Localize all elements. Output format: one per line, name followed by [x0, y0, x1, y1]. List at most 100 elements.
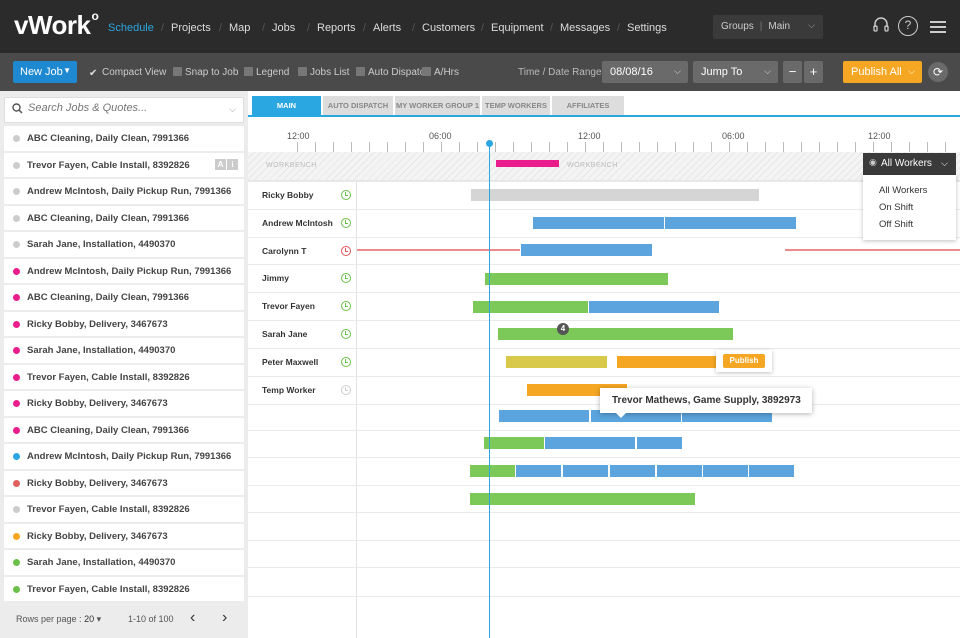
nav-item-alerts[interactable]: Alerts	[373, 22, 401, 34]
worker-name[interactable]: Peter Maxwell	[262, 357, 318, 367]
logo[interactable]: vWorko	[14, 9, 99, 41]
checkbox[interactable]	[298, 67, 307, 76]
job-list-item[interactable]: Ricky Bobby, Delivery, 3467673	[4, 470, 244, 495]
job-bar-blue[interactable]	[589, 301, 719, 313]
job-bar-grey[interactable]	[471, 189, 759, 201]
job-bar-orange[interactable]	[617, 356, 717, 368]
nav-item-customers[interactable]: Customers	[422, 22, 475, 34]
worker-name[interactable]: Jimmy	[262, 273, 289, 283]
filter-option-all-workers[interactable]: All Workers	[879, 185, 927, 196]
date-dropdown[interactable]: 08/08/16 ⌵	[602, 61, 688, 83]
worker-name[interactable]: Ricky Bobby	[262, 190, 314, 200]
checkbox[interactable]	[244, 67, 253, 76]
option-jobs-list[interactable]: Jobs List	[298, 67, 349, 78]
job-bar-red[interactable]	[357, 249, 520, 251]
search-box[interactable]: ⌵	[4, 97, 244, 123]
nav-item-schedule[interactable]: Schedule	[108, 22, 154, 34]
tab-temp-workers[interactable]: TEMP WORKERS	[482, 96, 550, 115]
job-list-item[interactable]: Ricky Bobby, Delivery, 3467673	[4, 391, 244, 416]
worker-name[interactable]: Andrew McIntosh	[262, 218, 333, 228]
job-bar-yellow[interactable]	[506, 356, 607, 368]
publish-all-button[interactable]: Publish All ⌵	[843, 61, 922, 83]
checkbox[interactable]	[422, 67, 431, 76]
job-bar-blue[interactable]	[610, 465, 655, 477]
job-bar-green[interactable]	[473, 301, 588, 313]
job-tag[interactable]: i	[227, 158, 238, 170]
job-list-item[interactable]: Ricky Bobby, Delivery, 3467673	[4, 311, 244, 336]
nav-item-reports[interactable]: Reports	[317, 22, 356, 34]
job-list-item[interactable]: ABC Cleaning, Daily Clean, 7991366	[4, 126, 244, 151]
tab-main[interactable]: MAIN	[252, 96, 321, 115]
job-bar-blue[interactable]	[533, 217, 664, 229]
filter-option-on-shift[interactable]: On Shift	[879, 202, 913, 213]
job-list-item[interactable]: Trevor Fayen, Cable Install, 8392826	[4, 576, 244, 601]
job-bar-green[interactable]	[484, 437, 544, 449]
job-list-item[interactable]: ABC Cleaning, Daily Clean, 7991366	[4, 285, 244, 310]
zoom-in-button[interactable]: +	[804, 61, 823, 83]
publish-button[interactable]: Publish	[723, 354, 765, 368]
job-list-item[interactable]: Trevor Fayen, Cable Install, 8392826 Ai	[4, 152, 244, 177]
job-list-item[interactable]: Andrew McIntosh, Daily Pickup Run, 79913…	[4, 444, 244, 469]
option-compact-view[interactable]: ✔ Compact View	[89, 67, 166, 79]
job-list-item[interactable]: Sarah Jane, Installation, 4490370	[4, 550, 244, 575]
job-bar-blue[interactable]	[657, 465, 702, 477]
checkbox[interactable]	[356, 67, 365, 76]
job-list-item[interactable]: Trevor Fayen, Cable Install, 8392826	[4, 497, 244, 522]
tab-auto-dispatch[interactable]: AUTO DISPATCH	[323, 96, 393, 115]
worker-name[interactable]: Trevor Fayen	[262, 301, 315, 311]
search-input[interactable]	[28, 102, 223, 114]
nav-item-jobs[interactable]: Jobs	[272, 22, 295, 34]
jump-to-dropdown[interactable]: Jump To ⌵	[693, 61, 778, 83]
worker-name[interactable]: Carolynn T	[262, 246, 306, 256]
tab-my-worker-group-1[interactable]: MY WORKER GROUP 1	[395, 96, 480, 115]
job-list-item[interactable]: ABC Cleaning, Daily Clean, 7991366	[4, 205, 244, 230]
job-bar-blue[interactable]	[499, 410, 589, 422]
checkbox[interactable]	[173, 67, 182, 76]
job-bar-blue[interactable]	[516, 465, 561, 477]
job-bar-blue[interactable]	[545, 437, 635, 449]
next-page-icon[interactable]: ›	[222, 609, 227, 627]
job-list-item[interactable]: Trevor Fayen, Cable Install, 8392826	[4, 364, 244, 389]
prev-page-icon[interactable]: ‹	[190, 609, 195, 627]
nav-item-messages[interactable]: Messages	[560, 22, 610, 34]
tab-affiliates[interactable]: AFFILIATES	[552, 96, 624, 115]
nav-item-settings[interactable]: Settings	[627, 22, 667, 34]
job-bar-blue[interactable]	[749, 465, 794, 477]
job-bar-blue[interactable]	[637, 437, 682, 449]
job-bar-green[interactable]	[485, 273, 668, 285]
job-list-item[interactable]: Sarah Jane, Installation, 4490370	[4, 338, 244, 363]
help-icon[interactable]: ?	[898, 16, 918, 36]
worker-name[interactable]: Sarah Jane	[262, 329, 307, 339]
job-bar-red[interactable]	[785, 249, 960, 251]
menu-icon[interactable]	[928, 16, 948, 36]
nav-item-equipment[interactable]: Equipment	[491, 22, 544, 34]
nav-item-projects[interactable]: Projects	[171, 22, 211, 34]
groups-selector[interactable]: Groups | Main ⌵	[713, 15, 823, 39]
new-job-button[interactable]: New Job ▼	[13, 61, 77, 83]
job-bar-green[interactable]	[470, 493, 695, 505]
headset-icon[interactable]	[871, 16, 891, 36]
job-bar-blue[interactable]	[703, 465, 748, 477]
job-list-item[interactable]: Ricky Bobby, Delivery, 3467673	[4, 523, 244, 548]
option-a-hrs[interactable]: A/Hrs	[422, 67, 459, 78]
zoom-out-button[interactable]: −	[783, 61, 802, 83]
job-bar-pink[interactable]	[496, 160, 559, 167]
job-bar-blue[interactable]	[563, 465, 608, 477]
refresh-icon[interactable]: ⟳	[928, 62, 948, 82]
job-tag[interactable]: A	[215, 158, 226, 170]
job-list-item[interactable]: ABC Cleaning, Daily Clean, 7991366	[4, 417, 244, 442]
rows-per-page[interactable]: Rows per page : 20 ▾	[16, 614, 101, 625]
job-bar-blue[interactable]	[521, 244, 652, 256]
current-time-marker[interactable]	[486, 140, 493, 147]
checkbox[interactable]: ✔	[89, 69, 99, 79]
nav-item-map[interactable]: Map	[229, 22, 250, 34]
option-snap-to-job[interactable]: Snap to Job	[173, 67, 238, 78]
worker-filter-dropdown[interactable]: ◉ All Workers ⌵	[863, 153, 956, 175]
chevron-down-icon[interactable]: ⌵	[229, 104, 236, 115]
worker-name[interactable]: Temp Worker	[262, 385, 316, 395]
filter-option-off-shift[interactable]: Off Shift	[879, 219, 913, 230]
job-list-item[interactable]: Andrew McIntosh, Daily Pickup Run, 79913…	[4, 179, 244, 204]
option-legend[interactable]: Legend	[244, 67, 289, 78]
job-list-item[interactable]: Sarah Jane, Installation, 4490370	[4, 232, 244, 257]
overlap-count-badge[interactable]: 4	[557, 323, 569, 335]
